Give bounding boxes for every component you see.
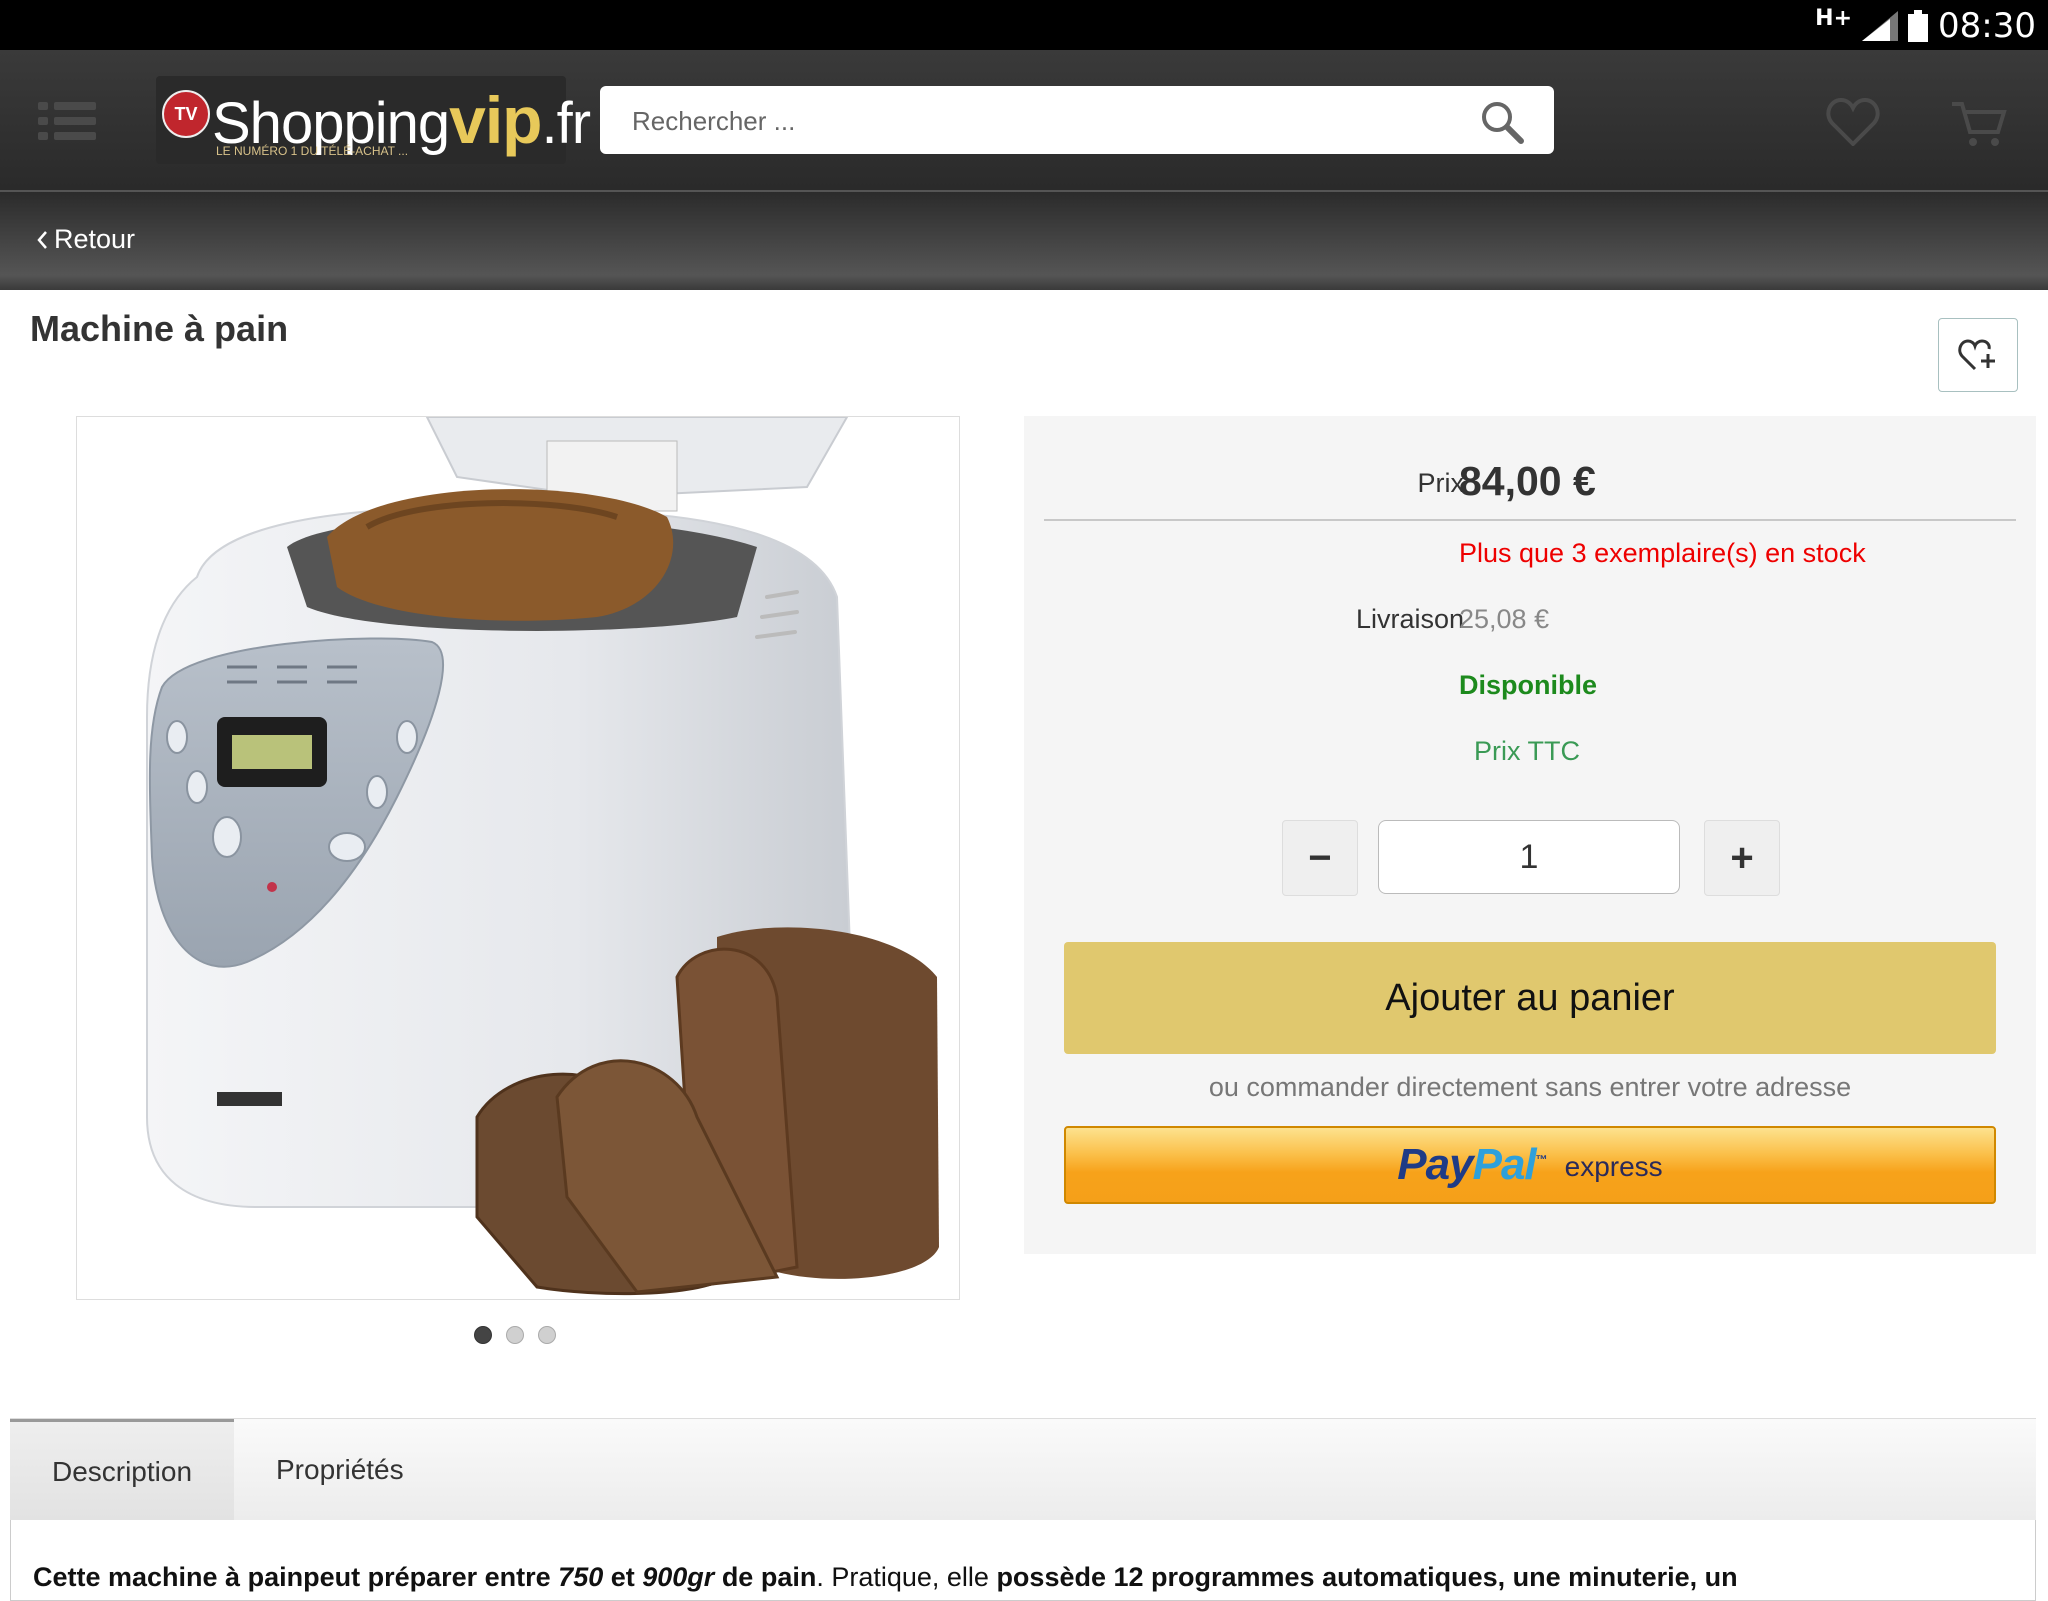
description-text: Cette machine à painpeut préparer entre … [33, 1562, 1738, 1592]
divider [1044, 519, 2016, 521]
purchase-panel: Prix 84,00 € Plus que 3 exemplaire(s) en… [1024, 416, 2036, 1254]
description-panel: Cette machine à painpeut préparer entre … [10, 1520, 2036, 1601]
availability-status: Disponible [1459, 670, 1598, 700]
clock: 08:30 [1938, 6, 2036, 46]
add-to-wishlist-button[interactable] [1938, 318, 2018, 392]
navigation-bar: Retour [0, 192, 2048, 290]
quantity-increase-button[interactable]: + [1704, 820, 1780, 896]
network-type: H+ [1815, 5, 1853, 31]
menu-icon[interactable] [38, 100, 96, 142]
site-header: TV Shoppingvip.fr LE NUMÉRO 1 DU TÉLÉ-AC… [0, 50, 2048, 192]
search-icon[interactable] [1480, 100, 1524, 144]
paypal-express-button[interactable]: PayPal™ express [1064, 1126, 1996, 1204]
price-value: 84,00 € [1459, 458, 1596, 504]
price-row: Prix 84,00 € [1024, 444, 2036, 504]
shipping-label: Livraison [1355, 604, 1464, 634]
carousel-dot[interactable] [538, 1326, 556, 1344]
stock-status: Plus que 3 exemplaire(s) en stock [1459, 538, 1866, 568]
logo-tv-badge: TV [162, 90, 210, 138]
paypal-logo: PayPal™ [1397, 1140, 1547, 1189]
search-input[interactable] [630, 100, 1454, 142]
tab-description[interactable]: Description [10, 1419, 234, 1521]
heart-icon[interactable] [1826, 98, 1880, 146]
back-label: Retour [54, 224, 136, 254]
tab-properties[interactable]: Propriétés [276, 1419, 404, 1521]
add-to-cart-button[interactable]: Ajouter au panier [1064, 942, 1996, 1054]
signal-icon [1862, 11, 1899, 41]
cart-icon[interactable] [1950, 100, 2008, 148]
quantity-input[interactable] [1378, 820, 1680, 894]
status-bar: H+ 08:30 [0, 0, 2048, 50]
express-checkout-note: ou commander directement sans entrer vot… [1208, 1072, 1852, 1102]
price-label: Prix [1417, 468, 1465, 498]
site-logo[interactable]: TV Shoppingvip.fr LE NUMÉRO 1 DU TÉLÉ-AC… [156, 76, 591, 164]
heart-plus-icon [1958, 339, 1995, 371]
image-carousel-dots [474, 1326, 556, 1344]
shipping-value: 25,08 € [1459, 604, 1550, 634]
product-image[interactable] [76, 416, 960, 1300]
search-bar [600, 86, 1554, 154]
carousel-dot[interactable] [474, 1326, 492, 1344]
paypal-express-label: express [1564, 1151, 1663, 1182]
bread-machine-illustration [77, 417, 959, 1299]
page-title: Machine à pain [30, 308, 289, 349]
back-link[interactable]: Retour [36, 224, 135, 255]
battery-icon [1908, 10, 1929, 42]
chevron-left-icon [37, 230, 47, 249]
tax-note: Prix TTC [1474, 736, 1580, 766]
logo-tagline: LE NUMÉRO 1 DU TÉLÉ-ACHAT ... [216, 144, 409, 158]
product-tabs: Description Propriétés [10, 1418, 2036, 1522]
quantity-decrease-button[interactable]: − [1282, 820, 1358, 896]
carousel-dot[interactable] [506, 1326, 524, 1344]
